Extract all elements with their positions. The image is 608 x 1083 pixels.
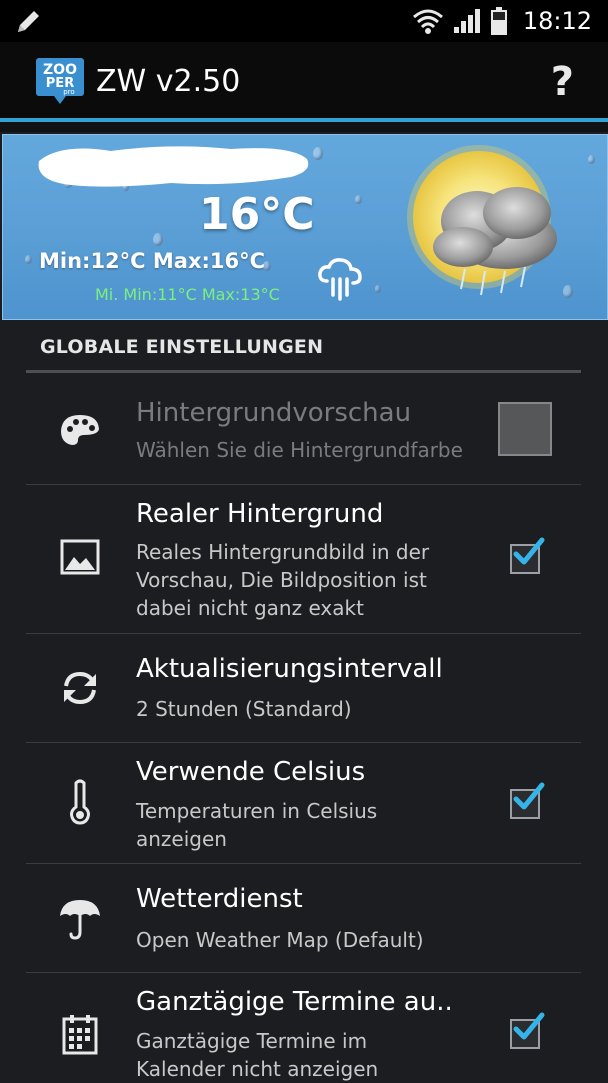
setting-summary: Vorschau, Die Bildposition ist — [136, 568, 427, 592]
raindrop — [588, 155, 595, 164]
setting-title: Wetterdienst — [136, 884, 303, 914]
min-max-temperature: Min:12°C Max:16°C — [39, 249, 266, 273]
thermometer-icon — [70, 779, 90, 825]
app-title: ZW v2.50 — [96, 64, 241, 99]
widget-preview[interactable]: 16°C Min:12°C Max:16°C Mi. Min:11°C Max:… — [2, 134, 608, 320]
checkbox-all-day-events[interactable] — [510, 1012, 545, 1049]
zooper-logo-icon[interactable]: ZOO PER pro — [36, 58, 84, 106]
signal-icon — [454, 9, 480, 33]
logo-text-small: pro — [63, 88, 74, 96]
raindrop — [25, 255, 32, 264]
checkbox-use-celsius[interactable] — [510, 782, 545, 819]
umbrella-icon — [60, 900, 100, 940]
forecast-min-max: Mi. Min:11°C Max:13°C — [95, 285, 280, 304]
battery-icon — [491, 7, 507, 35]
check-icon — [513, 782, 545, 810]
setting-background-preview[interactable]: Hintergrundvorschau Wählen Sie die Hinte… — [26, 378, 581, 484]
setting-summary: dabei nicht ganz exakt — [136, 596, 364, 620]
clock: 18:12 — [522, 7, 592, 35]
setting-title: Aktualisierungsintervall — [136, 654, 443, 684]
image-icon — [60, 539, 100, 575]
action-bar: ZOO PER pro ZW v2.50 ? — [0, 42, 608, 120]
redacted-location-mask — [38, 146, 309, 187]
rain-cloud-icon — [318, 258, 362, 301]
setting-summary: Reales Hintergrundbild in der — [136, 540, 430, 564]
color-swatch[interactable] — [498, 402, 552, 456]
raindrop — [375, 285, 381, 293]
setting-title: Realer Hintergrund — [136, 499, 384, 529]
help-button[interactable]: ? — [551, 60, 574, 104]
wifi-icon — [413, 9, 443, 34]
setting-title: Verwende Celsius — [136, 757, 366, 787]
setting-use-celsius[interactable]: Verwende Celsius Temperaturen in Celsius… — [26, 743, 581, 863]
setting-update-interval[interactable]: Aktualisierungsintervall 2 Stunden (Stan… — [26, 634, 581, 742]
raindrop — [313, 147, 323, 160]
setting-summary: Open Weather Map (Default) — [136, 928, 424, 952]
setting-all-day-events[interactable]: Ganztägige Termine au.. Ganztägige Termi… — [26, 973, 581, 1081]
action-bar-shadow — [0, 122, 608, 132]
setting-summary: Ganztägige Termine im — [136, 1029, 368, 1053]
setting-title: Ganztägige Termine au.. — [136, 987, 453, 1017]
section-divider — [26, 370, 581, 373]
sun-cloud-icon — [407, 145, 557, 296]
section-title: GLOBALE EINSTELLUNGEN — [40, 336, 324, 358]
raindrop — [153, 233, 163, 246]
setting-real-background[interactable]: Realer Hintergrund Reales Hintergrundbil… — [26, 485, 581, 633]
check-icon — [513, 1012, 545, 1040]
setting-weather-service[interactable]: Wetterdienst Open Weather Map (Default) — [26, 864, 581, 972]
setting-summary: 2 Stunden (Standard) — [136, 697, 352, 721]
refresh-icon — [64, 671, 96, 705]
setting-title: Hintergrundvorschau — [136, 398, 412, 428]
checkbox-real-background[interactable] — [510, 537, 545, 574]
palette-icon — [61, 415, 99, 445]
calendar-icon — [62, 1015, 98, 1055]
pencil-icon — [18, 11, 39, 32]
setting-summary: anzeigen — [136, 827, 227, 851]
setting-summary: Temperaturen in Celsius — [136, 799, 378, 823]
setting-summary: Wählen Sie die Hintergrundfarbe — [136, 438, 463, 462]
raindrop — [355, 195, 362, 204]
status-bar: 18:12 — [0, 0, 608, 42]
setting-summary: Kalender nicht anzeigen — [136, 1057, 379, 1081]
current-temperature: 16°C — [199, 189, 315, 240]
check-icon — [513, 537, 545, 565]
